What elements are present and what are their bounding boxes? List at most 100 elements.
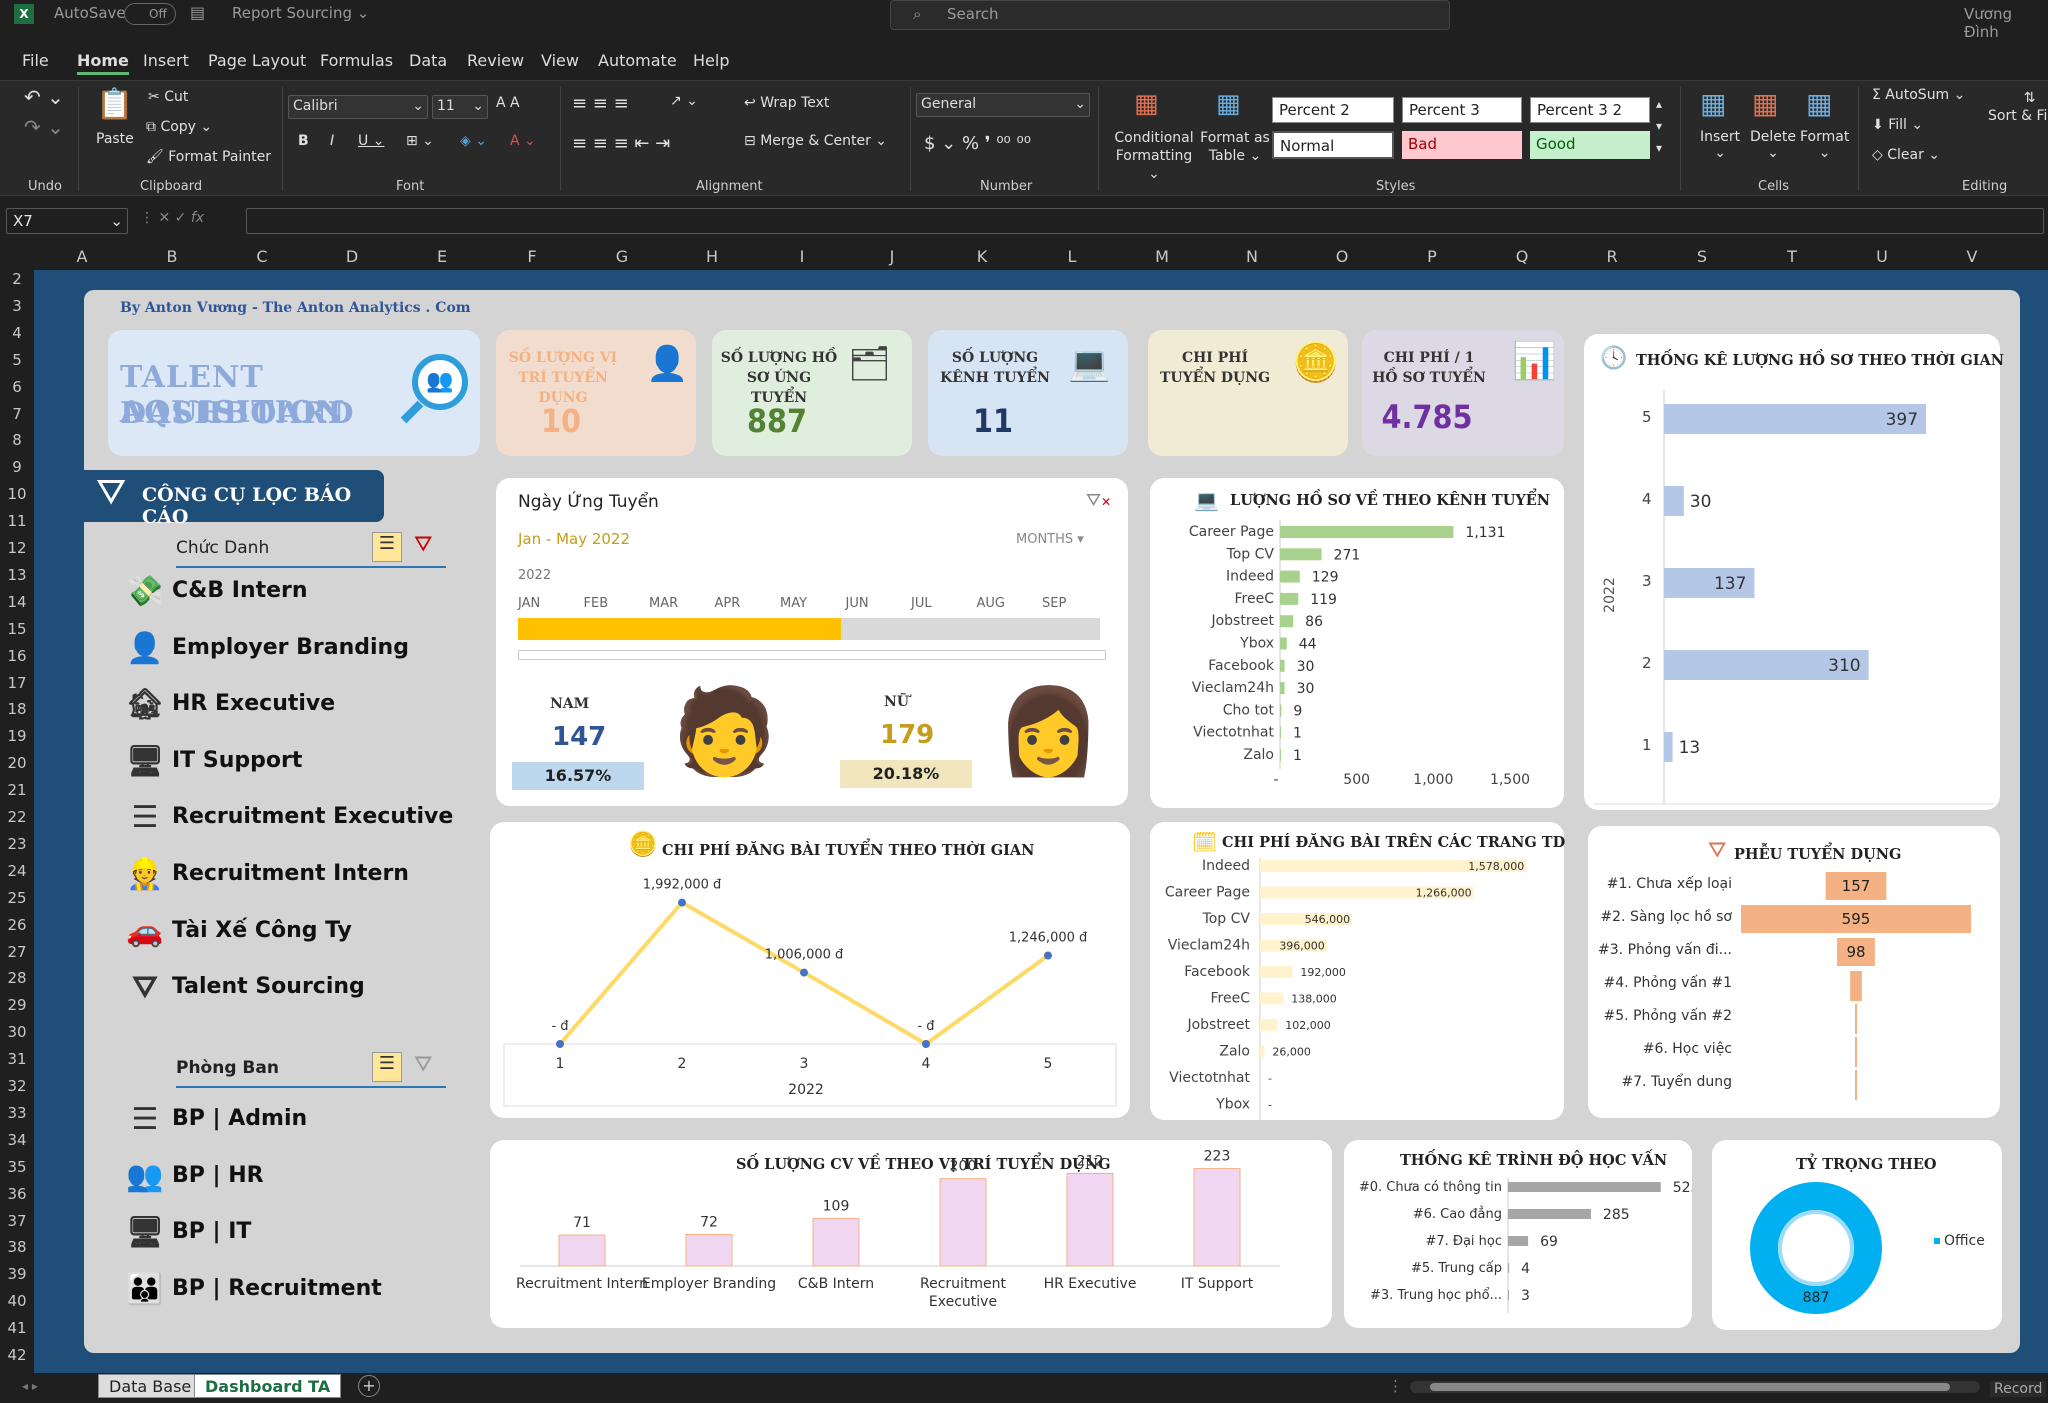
row-header[interactable]: 39 [2,1265,32,1283]
column-header[interactable]: K [972,247,992,266]
multi-select-icon[interactable]: ☰ [372,1052,402,1082]
menu-insert[interactable]: Insert [143,51,189,70]
wrap-text-button[interactable]: ↩ Wrap Text [744,95,829,111]
copy-button[interactable]: ⧉ Copy ⌄ [146,119,212,135]
row-header[interactable]: 20 [2,754,32,772]
timeline-month[interactable]: JUL [911,596,932,611]
style-normal[interactable]: Normal [1272,131,1394,159]
conditional-formatting-icon[interactable]: ▦ [1134,89,1159,119]
italic-button[interactable]: I [330,133,334,149]
multi-select-icon[interactable]: ☰ [372,532,402,562]
menu-data[interactable]: Data [409,51,447,70]
column-header[interactable]: H [702,247,722,266]
conditional-formatting-button[interactable]: Conditional Formatting ⌄ [1112,129,1196,183]
column-header[interactable]: P [1422,247,1442,266]
add-sheet-icon[interactable]: + [358,1375,380,1397]
column-header[interactable]: O [1332,247,1352,266]
timeline-month[interactable]: MAR [649,596,678,611]
row-header[interactable]: 5 [2,351,32,369]
column-header[interactable]: F [522,247,542,266]
column-header[interactable]: R [1602,247,1622,266]
row-header[interactable]: 31 [2,1050,32,1068]
user-name[interactable]: Vương Đình [1964,5,2048,41]
paste-button[interactable]: Paste [96,131,134,147]
delete-cells-icon[interactable]: ▦ [1752,87,1778,120]
redo-button[interactable]: ↷ ⌄ [24,115,64,139]
column-header[interactable]: T [1782,247,1802,266]
row-header[interactable]: 12 [2,539,32,557]
timeline-unit-select[interactable]: MONTHS ▾ [1016,532,1084,547]
row-header[interactable]: 17 [2,674,32,692]
row-header[interactable]: 40 [2,1292,32,1310]
row-header[interactable]: 8 [2,431,32,449]
insert-cells-icon[interactable]: ▦ [1700,87,1726,120]
options-icon[interactable]: ⋮ [1388,1377,1403,1395]
column-header[interactable]: N [1242,247,1262,266]
style-bad[interactable]: Bad [1402,131,1522,159]
row-header[interactable]: 37 [2,1212,32,1230]
formula-input[interactable] [246,208,2044,234]
clear-filter-icon[interactable]: ⛛ [414,532,432,557]
column-header[interactable]: U [1872,247,1892,266]
format-cells-button[interactable]: Format ⌄ [1800,129,1849,161]
column-header[interactable]: G [612,247,632,266]
row-header[interactable]: 32 [2,1077,32,1095]
cut-button[interactable]: ✂ Cut [148,89,188,105]
align-top-icon[interactable]: ≡ ≡ ≡ [572,93,629,114]
row-header[interactable]: 41 [2,1319,32,1337]
menu-help[interactable]: Help [693,51,729,70]
formula-buttons[interactable]: ⋮ ✕ ✓ fx [140,210,204,226]
row-header[interactable]: 26 [2,916,32,934]
row-header[interactable]: 25 [2,889,32,907]
font-size-select[interactable]: 11 ⌄ [432,95,488,119]
menu-automate[interactable]: Automate [598,51,677,70]
row-header[interactable]: 42 [2,1346,32,1364]
timeline-month[interactable]: SEP [1042,596,1066,611]
menu-view[interactable]: View [541,51,579,70]
record-button[interactable]: Record [1990,1381,2047,1397]
undo-button[interactable]: ↶ ⌄ [24,85,64,109]
row-header[interactable]: 30 [2,1023,32,1041]
sheet-tab-data-base[interactable]: Data Base [98,1374,203,1398]
timeline-month[interactable]: JAN [518,596,540,611]
row-header[interactable]: 7 [2,405,32,423]
font-name-select[interactable]: Calibri ⌄ [288,95,428,119]
style-percent-3-2[interactable]: Percent 3 2 [1530,97,1650,123]
align-left-icon[interactable]: ≡ ≡ ≡ ⇤ ⇥ [572,133,670,154]
column-header[interactable]: E [432,247,452,266]
column-header[interactable]: A [72,247,92,266]
row-header[interactable]: 3 [2,297,32,315]
fill-button[interactable]: ⬇ Fill ⌄ [1872,117,1923,133]
menu-review[interactable]: Review [467,51,524,70]
format-cells-icon[interactable]: ▦ [1806,87,1832,120]
borders-icon[interactable]: ⊞ ⌄ [406,133,434,149]
clear-button[interactable]: ◇ Clear ⌄ [1872,147,1940,163]
format-painter-button[interactable]: 🖌 Format Painter [146,149,271,165]
font-color-icon[interactable]: A ⌄ [510,133,536,149]
horizontal-scrollbar[interactable] [1410,1381,1980,1393]
row-header[interactable]: 19 [2,727,32,745]
timeline-track[interactable] [518,618,1100,640]
column-header[interactable]: I [792,247,812,266]
row-header[interactable]: 16 [2,647,32,665]
menu-home[interactable]: Home [77,51,129,75]
row-header[interactable]: 23 [2,835,32,853]
format-table-button[interactable]: Format as Table ⌄ [1200,129,1270,165]
menu-formulas[interactable]: Formulas [320,51,393,70]
column-header[interactable]: C [252,247,272,266]
timeline-month[interactable]: AUG [977,596,1005,611]
style-good[interactable]: Good [1530,131,1650,159]
row-header[interactable]: 2 [2,270,32,288]
search-box[interactable]: ⌕ Search [890,0,1450,30]
row-header[interactable]: 4 [2,324,32,342]
styles-scroll-icon[interactable]: ▴ ▾ ▾ [1656,93,1662,159]
row-header[interactable]: 22 [2,808,32,826]
timeline-selection[interactable] [518,618,842,640]
save-icon[interactable]: ▤ [190,3,205,22]
column-header[interactable]: J [882,247,902,266]
number-format-select[interactable]: General ⌄ [916,93,1090,117]
row-header[interactable]: 35 [2,1158,32,1176]
insert-cells-button[interactable]: Insert ⌄ [1700,129,1740,161]
row-header[interactable]: 33 [2,1104,32,1122]
column-header[interactable]: S [1692,247,1712,266]
